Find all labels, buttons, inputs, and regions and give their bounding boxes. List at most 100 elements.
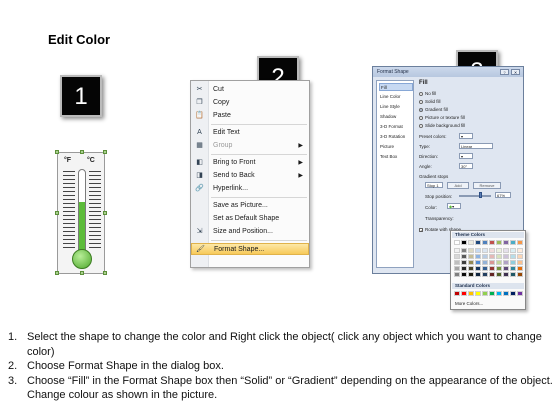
nav-item-shadow[interactable]: Shadow — [379, 113, 413, 121]
fill-option-slide-background-fill[interactable]: Slide background fill — [419, 122, 465, 129]
theme-shade-swatch[interactable] — [461, 260, 467, 265]
nav-item-3-d-format[interactable]: 3-D Format — [379, 123, 413, 131]
theme-shade-swatch[interactable] — [496, 248, 502, 253]
theme-color-swatch[interactable] — [517, 240, 523, 245]
selection-handle[interactable] — [55, 150, 59, 154]
menu-item-set-as-default-shape[interactable]: Set as Default Shape — [191, 213, 309, 225]
theme-shade-swatch[interactable] — [489, 266, 495, 271]
theme-color-swatch[interactable] — [468, 240, 474, 245]
theme-shade-swatch[interactable] — [461, 248, 467, 253]
standard-color-swatch[interactable] — [510, 291, 516, 296]
selection-handle[interactable] — [103, 150, 107, 154]
theme-color-swatch[interactable] — [482, 240, 488, 245]
theme-shade-swatch[interactable] — [503, 266, 509, 271]
nav-item-picture[interactable]: Picture — [379, 143, 413, 151]
menu-item-size-and-position[interactable]: ⇲ Size and Position... — [191, 226, 309, 238]
theme-shade-swatch[interactable] — [475, 248, 481, 253]
theme-shade-swatch[interactable] — [503, 248, 509, 253]
nav-item-3-d-rotation[interactable]: 3-D Rotation — [379, 133, 413, 141]
standard-color-swatch[interactable] — [503, 291, 509, 296]
theme-shade-swatch[interactable] — [510, 254, 516, 259]
theme-shade-swatch[interactable] — [489, 254, 495, 259]
menu-item-edit-text[interactable]: A Edit Text — [191, 127, 309, 139]
theme-shade-swatch[interactable] — [475, 254, 481, 259]
theme-shade-swatch[interactable] — [482, 266, 488, 271]
theme-shade-swatch[interactable] — [517, 260, 523, 265]
theme-shade-swatch[interactable] — [482, 248, 488, 253]
theme-color-swatch[interactable] — [475, 240, 481, 245]
theme-shade-swatch[interactable] — [475, 266, 481, 271]
rotate-checkbox[interactable]: ✓ — [419, 227, 423, 232]
theme-color-swatch[interactable] — [510, 240, 516, 245]
theme-shade-swatch[interactable] — [517, 254, 523, 259]
close-icon[interactable]: ✕ — [511, 69, 520, 75]
menu-item-cut[interactable]: ✂ Cut — [191, 84, 309, 96]
preset-colors-dropdown[interactable]: ▾ — [459, 133, 473, 139]
theme-shade-swatch[interactable] — [454, 248, 460, 253]
standard-color-swatch[interactable] — [475, 291, 481, 296]
nav-item-fill[interactable]: Fill — [379, 83, 413, 91]
nav-item-text-box[interactable]: Text Box — [379, 153, 413, 161]
theme-shade-swatch[interactable] — [475, 272, 481, 277]
theme-shade-swatch[interactable] — [510, 260, 516, 265]
fill-option-no-fill[interactable]: No fill — [419, 90, 436, 97]
theme-shade-swatch[interactable] — [454, 254, 460, 259]
nav-item-line-color[interactable]: Line Color — [379, 93, 413, 101]
theme-shade-swatch[interactable] — [510, 272, 516, 277]
theme-color-swatch[interactable] — [461, 240, 467, 245]
stop-position-input[interactable]: 67% — [495, 192, 511, 198]
selection-handle[interactable] — [80, 271, 84, 275]
menu-item-copy[interactable]: ❐ Copy — [191, 97, 309, 109]
menu-item-bring-to-front[interactable]: ◧ Bring to Front ▶ — [191, 157, 309, 169]
theme-shade-swatch[interactable] — [489, 260, 495, 265]
theme-shade-swatch[interactable] — [461, 266, 467, 271]
gradient-stop-dropdown[interactable]: Stop 1 — [425, 182, 443, 188]
thermometer-shape[interactable]: °F °C — [55, 150, 107, 275]
menu-item-send-to-back[interactable]: ◨ Send to Back ▶ — [191, 170, 309, 182]
stop-position-slider[interactable] — [459, 195, 491, 197]
theme-shade-swatch[interactable] — [468, 266, 474, 271]
theme-shade-swatch[interactable] — [482, 272, 488, 277]
fill-option-gradient-fill[interactable]: Gradient fill — [419, 106, 448, 113]
menu-item-paste[interactable]: 📋 Paste — [191, 110, 309, 122]
remove-stop-button[interactable]: Remove — [473, 182, 501, 189]
type-dropdown[interactable]: Linear — [459, 143, 493, 149]
standard-color-swatch[interactable] — [496, 291, 502, 296]
fill-option-solid-fill[interactable]: Solid fill — [419, 98, 441, 105]
theme-shade-swatch[interactable] — [489, 272, 495, 277]
theme-shade-swatch[interactable] — [454, 260, 460, 265]
theme-shade-swatch[interactable] — [468, 248, 474, 253]
theme-shade-swatch[interactable] — [517, 266, 523, 271]
theme-shade-swatch[interactable] — [496, 254, 502, 259]
theme-color-swatch[interactable] — [496, 240, 502, 245]
theme-shade-swatch[interactable] — [482, 260, 488, 265]
radio-button[interactable] — [419, 91, 423, 96]
theme-color-swatch[interactable] — [489, 240, 495, 245]
theme-shade-swatch[interactable] — [496, 266, 502, 271]
theme-shade-swatch[interactable] — [503, 260, 509, 265]
direction-dropdown[interactable]: ▾ — [459, 153, 473, 159]
fill-option-picture-or-texture-fill[interactable]: Picture or texture fill — [419, 114, 465, 121]
standard-color-swatch[interactable] — [482, 291, 488, 296]
theme-shade-swatch[interactable] — [454, 272, 460, 277]
nav-item-line-style[interactable]: Line Style — [379, 103, 413, 111]
standard-color-swatch[interactable] — [468, 291, 474, 296]
theme-shade-swatch[interactable] — [454, 266, 460, 271]
theme-shade-swatch[interactable] — [503, 254, 509, 259]
angle-input[interactable]: 30° — [459, 163, 473, 169]
theme-shade-swatch[interactable] — [461, 272, 467, 277]
add-stop-button[interactable]: Add — [447, 182, 469, 189]
selection-handle[interactable] — [103, 211, 107, 215]
theme-shade-swatch[interactable] — [517, 272, 523, 277]
theme-shade-swatch[interactable] — [503, 272, 509, 277]
theme-shade-swatch[interactable] — [468, 260, 474, 265]
theme-shade-swatch[interactable] — [475, 260, 481, 265]
theme-shade-swatch[interactable] — [496, 272, 502, 277]
menu-item-hyperlink[interactable]: 🔗 Hyperlink... — [191, 183, 309, 195]
stop-position-knob[interactable] — [479, 192, 483, 198]
more-colors-link[interactable]: More Colors... — [455, 301, 483, 307]
color-picker-button[interactable]: ◆▾ — [447, 203, 461, 209]
help-icon[interactable]: ? — [500, 69, 509, 75]
theme-color-swatch[interactable] — [503, 240, 509, 245]
selection-handle[interactable] — [55, 211, 59, 215]
